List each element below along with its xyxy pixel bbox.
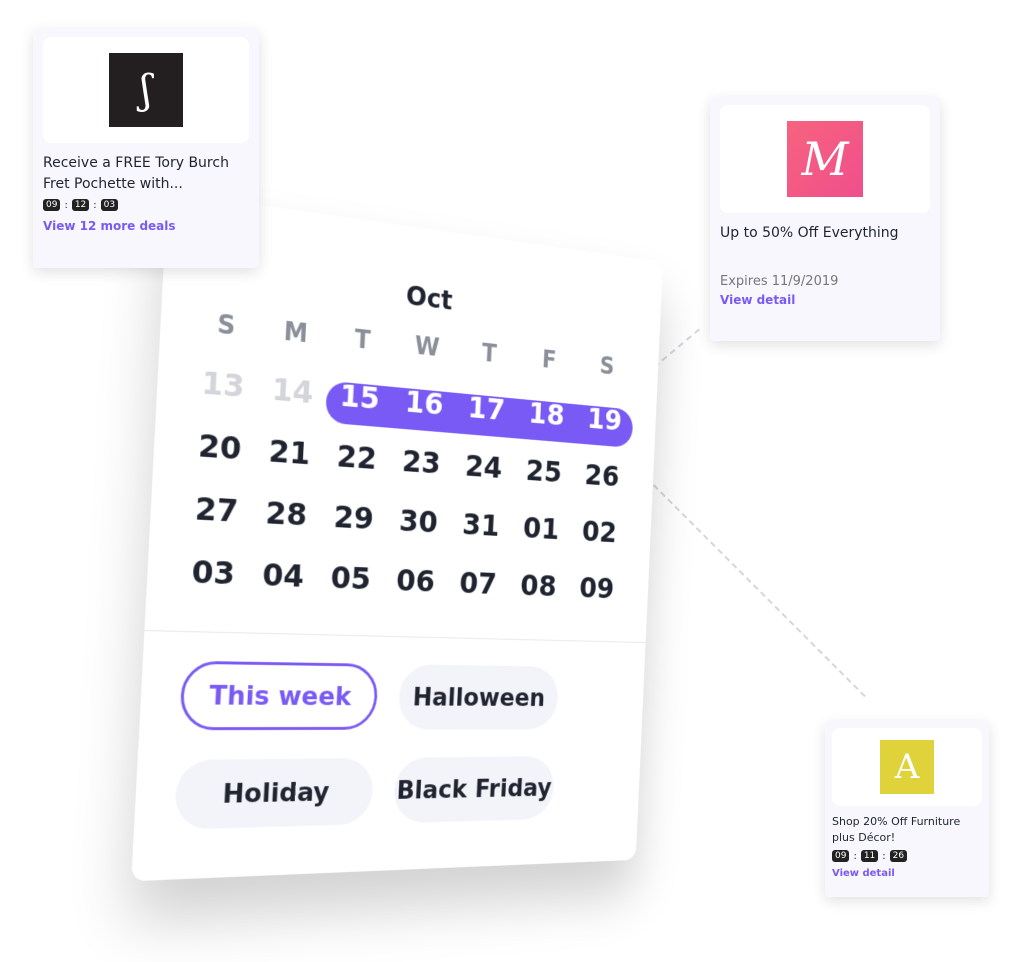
timer-seconds: 26 <box>889 850 908 862</box>
calendar-day[interactable]: 27 <box>180 486 253 533</box>
deal-title: Receive a FREE Tory Burch Fret Pochette … <box>43 155 229 192</box>
divider <box>144 630 646 643</box>
view-detail-link[interactable]: View detail <box>832 868 982 879</box>
calendar-day[interactable]: 23 <box>388 439 453 484</box>
brand-logo: A <box>832 728 982 806</box>
calendar-day[interactable]: 15 <box>326 373 394 420</box>
filter-holiday[interactable]: Holiday <box>173 757 375 830</box>
calendar-day[interactable]: 30 <box>385 499 451 543</box>
filter-this-week[interactable]: This week <box>179 660 379 731</box>
m-logo-icon: M <box>787 121 863 197</box>
weekday-label: S <box>599 352 615 381</box>
countdown-timer: 09:12:03 <box>43 199 249 211</box>
calendar-day[interactable]: 25 <box>513 449 574 493</box>
timer-minutes: 11 <box>860 850 879 862</box>
brand-logo: ʃ <box>43 37 249 143</box>
calendar-day[interactable]: 22 <box>323 434 391 480</box>
sephora-logo-icon: ʃ <box>109 53 183 127</box>
deal-card[interactable]: A Shop 20% Off Furniture plus Décor! 09:… <box>825 721 989 897</box>
calendar-day[interactable]: 26 <box>572 454 631 497</box>
expiry-date: Expires 11/9/2019 <box>720 274 839 289</box>
calendar-day[interactable]: 24 <box>452 444 515 489</box>
weekday-label: T <box>481 339 498 369</box>
weekday-label: S <box>216 310 236 342</box>
calendar-day[interactable]: 14 <box>257 366 327 414</box>
calendar-day[interactable]: 09 <box>567 567 626 608</box>
weekday-label: W <box>413 332 441 363</box>
calendar-day[interactable]: 07 <box>446 562 509 605</box>
calendar-day[interactable]: 05 <box>316 556 384 600</box>
weekday-label: T <box>353 325 372 356</box>
calendar-day[interactable]: 06 <box>383 559 449 602</box>
calendar-day[interactable]: 08 <box>508 565 569 607</box>
timer-seconds: 03 <box>100 199 119 211</box>
deal-title: Up to 50% Off Everything <box>720 225 899 241</box>
calendar-day[interactable]: 31 <box>449 503 512 547</box>
deal-card[interactable]: ʃ Receive a FREE Tory Burch Fret Pochett… <box>33 29 259 268</box>
calendar-day[interactable]: 03 <box>176 549 250 595</box>
filter-black-friday[interactable]: Black Friday <box>392 756 555 824</box>
calendar-day[interactable]: 02 <box>570 511 629 553</box>
calendar-day[interactable]: 01 <box>510 507 571 550</box>
calendar-day[interactable]: 16 <box>391 379 456 425</box>
calendar-grid: S M T W T F S 13 14 15 16 17 18 19 20 21 22 23 24 25 26 27 28 2… <box>176 304 636 608</box>
timer-hours: 09 <box>43 199 61 211</box>
brand-logo: M <box>720 105 930 213</box>
calendar-panel: Oct S M T W T F S 13 14 15 16 17 18 19 20 21 22 23 24 25 26 2… <box>131 192 663 882</box>
calendar-day[interactable]: 28 <box>251 490 322 536</box>
view-more-deals-link[interactable]: View 12 more deals <box>43 219 249 233</box>
calendar-day[interactable]: 21 <box>254 428 325 475</box>
calendar-day[interactable]: 19 <box>575 397 634 441</box>
timer-hours: 09 <box>832 850 850 862</box>
view-detail-link[interactable]: View detail <box>720 293 930 307</box>
calendar-day[interactable]: 20 <box>183 423 256 471</box>
filter-halloween[interactable]: Halloween <box>397 664 560 730</box>
countdown-timer: 09:11:26 <box>832 850 982 862</box>
calendar-day[interactable]: 13 <box>186 360 259 409</box>
calendar-day[interactable]: 04 <box>248 553 319 598</box>
deal-card[interactable]: M Up to 50% Off Everything Expires 11/9/… <box>710 97 940 341</box>
a-logo-icon: A <box>880 740 934 794</box>
calendar-day[interactable]: 18 <box>516 392 577 437</box>
weekday-label: F <box>541 346 557 375</box>
timer-minutes: 12 <box>71 199 90 211</box>
weekday-label: M <box>282 317 309 349</box>
calendar-day[interactable]: 17 <box>455 386 518 432</box>
deal-title: Shop 20% Off Furniture plus Décor! <box>832 815 961 844</box>
calendar-day[interactable]: 29 <box>319 495 387 540</box>
